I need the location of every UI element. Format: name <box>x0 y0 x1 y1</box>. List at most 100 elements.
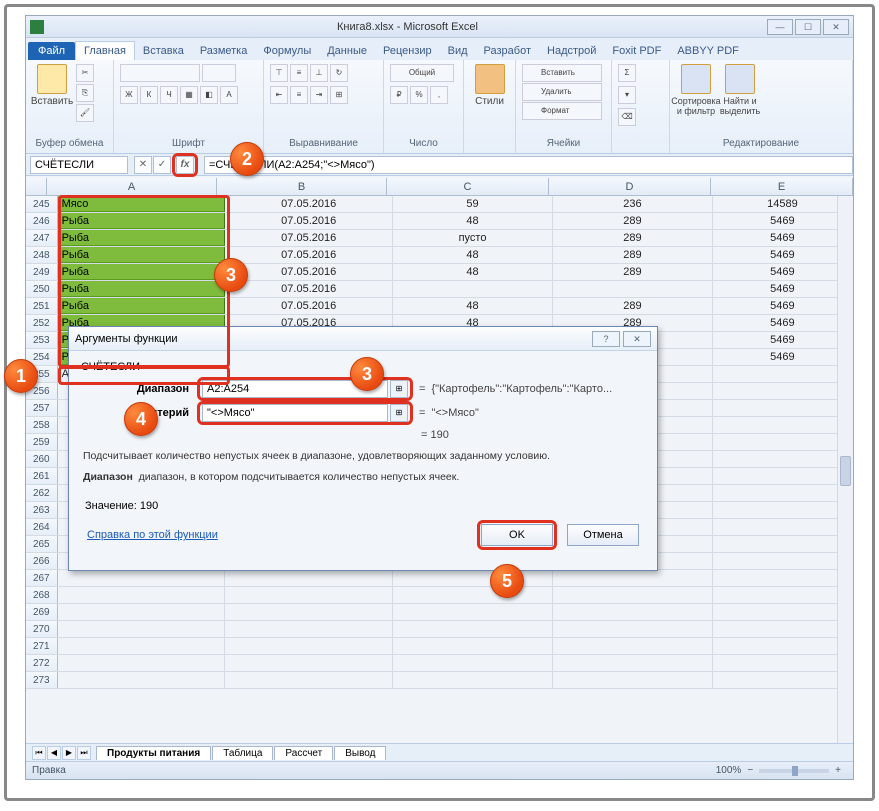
tab-abbyy[interactable]: ABBYY PDF <box>669 42 747 60</box>
cell[interactable]: 48 <box>393 213 553 229</box>
cell[interactable] <box>393 570 553 586</box>
align-center[interactable]: ≡ <box>290 86 308 104</box>
cell[interactable] <box>225 587 393 603</box>
scroll-thumb[interactable] <box>840 456 851 486</box>
cell[interactable] <box>553 655 713 671</box>
copy-button[interactable]: ⎘ <box>76 84 94 102</box>
cell[interactable] <box>713 400 853 416</box>
row-header[interactable]: 249 <box>26 264 58 280</box>
font-combo[interactable] <box>120 64 200 82</box>
cut-button[interactable]: ✂ <box>76 64 94 82</box>
col-A[interactable]: A <box>47 178 217 195</box>
tab-layout[interactable]: Разметка <box>192 42 256 60</box>
tab-insert[interactable]: Вставка <box>135 42 192 60</box>
dialog-help[interactable]: ? <box>592 331 620 347</box>
currency[interactable]: ₽ <box>390 86 408 104</box>
cell[interactable] <box>713 485 853 501</box>
row-header[interactable]: 260 <box>26 451 58 467</box>
cell[interactable] <box>713 553 853 569</box>
comma[interactable]: , <box>430 86 448 104</box>
italic-button[interactable]: К <box>140 86 158 104</box>
row-header[interactable]: 251 <box>26 298 58 314</box>
cell[interactable]: Рыба <box>58 281 226 297</box>
zoom-level[interactable]: 100% <box>716 765 742 776</box>
confirm-edit[interactable]: ✓ <box>153 156 171 174</box>
number-format-combo[interactable]: Общий <box>390 64 454 82</box>
cell[interactable] <box>713 468 853 484</box>
tab-nav-last[interactable]: ⏭ <box>77 746 91 760</box>
tab-nav-next[interactable]: ▶ <box>62 746 76 760</box>
row-header[interactable]: 258 <box>26 417 58 433</box>
row-header[interactable]: 252 <box>26 315 58 331</box>
cell[interactable]: 289 <box>553 298 713 314</box>
row-header[interactable]: 261 <box>26 468 58 484</box>
tab-review[interactable]: Рецензир <box>375 42 440 60</box>
row-header[interactable]: 248 <box>26 247 58 263</box>
fill-color-button[interactable]: ◧ <box>200 86 218 104</box>
cell[interactable]: Рыба <box>58 264 226 280</box>
cell[interactable] <box>225 604 393 620</box>
paste-button[interactable]: Вставить <box>32 64 72 124</box>
cell[interactable]: 5469 <box>713 264 853 280</box>
tab-addins[interactable]: Надстрой <box>539 42 604 60</box>
cell[interactable]: 07.05.2016 <box>225 264 393 280</box>
tab-home[interactable]: Главная <box>75 41 135 60</box>
cell[interactable]: 07.05.2016 <box>225 230 393 246</box>
cell[interactable] <box>58 604 226 620</box>
col-B[interactable]: B <box>217 178 387 195</box>
cell[interactable]: 07.05.2016 <box>225 298 393 314</box>
cell[interactable] <box>58 638 226 654</box>
fill[interactable]: ▾ <box>618 86 636 104</box>
styles-button[interactable]: Стили <box>470 64 509 124</box>
col-E[interactable]: E <box>711 178 853 195</box>
cell[interactable]: 48 <box>393 247 553 263</box>
row-header[interactable]: 259 <box>26 434 58 450</box>
cell[interactable] <box>393 281 553 297</box>
cell[interactable]: Рыба <box>58 213 226 229</box>
align-top[interactable]: ⊤ <box>270 64 288 82</box>
delete-cells[interactable]: Удалить <box>522 83 602 101</box>
cell[interactable]: 5469 <box>713 315 853 331</box>
cell[interactable] <box>713 621 853 637</box>
sheet-tab-3[interactable]: Вывод <box>334 746 386 760</box>
cell[interactable] <box>713 366 853 382</box>
row-header[interactable]: 270 <box>26 621 58 637</box>
select-all-corner[interactable] <box>26 178 47 195</box>
cell[interactable]: 5469 <box>713 281 853 297</box>
cell[interactable]: 48 <box>393 298 553 314</box>
file-tab[interactable]: Файл <box>28 42 75 60</box>
row-header[interactable]: 246 <box>26 213 58 229</box>
row-header[interactable]: 266 <box>26 553 58 569</box>
dialog-close[interactable]: ✕ <box>623 331 651 347</box>
cell[interactable] <box>713 587 853 603</box>
cell[interactable]: 59 <box>393 196 553 212</box>
cancel-button[interactable]: Отмена <box>567 524 639 546</box>
cell[interactable] <box>713 417 853 433</box>
vertical-scrollbar[interactable] <box>837 196 853 743</box>
tab-nav-first[interactable]: ⏮ <box>32 746 46 760</box>
maximize-button[interactable]: ☐ <box>795 19 821 35</box>
cell[interactable]: 5469 <box>713 230 853 246</box>
percent[interactable]: % <box>410 86 428 104</box>
cell[interactable]: 07.05.2016 <box>225 281 393 297</box>
size-combo[interactable] <box>202 64 236 82</box>
row-header[interactable]: 245 <box>26 196 58 212</box>
cell[interactable] <box>713 536 853 552</box>
row-header[interactable]: 263 <box>26 502 58 518</box>
sort-filter-button[interactable]: Сортировка и фильтр <box>676 64 716 124</box>
ok-button[interactable]: OK <box>481 524 553 546</box>
cell[interactable]: 07.05.2016 <box>225 196 393 212</box>
arg-range-refpicker[interactable]: ⊞ <box>390 380 408 398</box>
cell[interactable]: 289 <box>553 264 713 280</box>
format-cells[interactable]: Формат <box>522 102 602 120</box>
autosum[interactable]: Σ <box>618 64 636 82</box>
cell[interactable]: 5469 <box>713 247 853 263</box>
cell[interactable] <box>713 519 853 535</box>
underline-button[interactable]: Ч <box>160 86 178 104</box>
cell[interactable] <box>713 383 853 399</box>
cell[interactable] <box>713 604 853 620</box>
cell[interactable] <box>713 502 853 518</box>
cell[interactable]: 07.05.2016 <box>225 213 393 229</box>
sheet-tab-0[interactable]: Продукты питания <box>96 746 211 760</box>
zoom-in[interactable]: + <box>835 765 841 776</box>
